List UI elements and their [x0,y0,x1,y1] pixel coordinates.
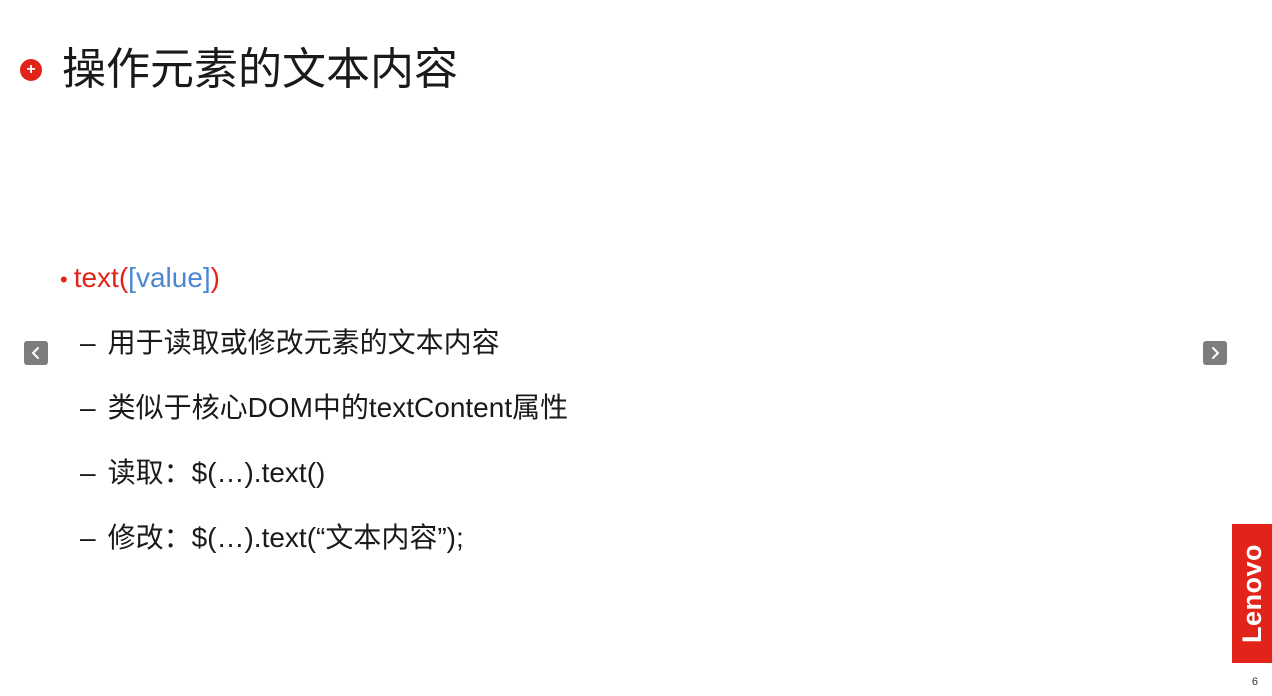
sub-bullet: – 类似于核心DOM中的textContent属性 [80,388,568,428]
slide-title-row: + 操作元素的文本内容 [20,40,458,100]
dash: – [80,457,96,488]
method-name: text( [73,262,129,293]
previous-slide-button[interactable] [24,341,48,365]
sub-bullet: – 读取：$(…).text() [80,453,325,493]
sub-bullet-text: 用于读取或修改元素的文本内容 [107,327,500,358]
dash: – [80,522,96,553]
sub-bullet: – 修改：$(…).text(“文本内容”); [80,518,464,558]
dash: – [80,392,96,423]
sub-bullet-text: 读取：$(…).text() [107,457,326,488]
sub-bullet-text: 修改：$(…).text(“文本内容”); [107,522,464,553]
sub-bullet: – 用于读取或修改元素的文本内容 [80,323,500,363]
lenovo-logo-text: Lenovo [1236,543,1267,644]
method-param: [value] [128,262,211,293]
next-slide-button[interactable] [1203,341,1227,365]
bullet-dot: • [60,267,68,292]
slide-title: 操作元素的文本内容 [62,45,458,94]
main-bullet: • text([value]) [60,258,220,300]
chevron-left-icon [32,347,39,359]
chevron-right-icon [1212,347,1219,359]
red-circle-plus-icon: + [20,59,42,81]
page-number: 6 [1251,676,1258,688]
lenovo-logo: Lenovo [1232,524,1272,663]
sub-bullet-text: 类似于核心DOM中的textContent属性 [107,392,569,423]
method-close: ) [210,262,220,293]
dash: – [80,327,96,358]
